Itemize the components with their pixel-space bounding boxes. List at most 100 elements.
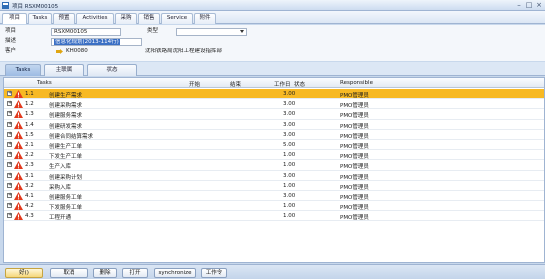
task-name: 工程开通 <box>49 215 72 222</box>
task-workdays: 1.00 <box>283 203 296 210</box>
table-row[interactable]: +1.1 创建生产需求 3.00 PMO管理员 <box>4 89 544 100</box>
warning-icon <box>14 90 23 98</box>
project-number-field[interactable]: RSXM00105 <box>51 28 121 36</box>
col-tasks-header[interactable]: Tasks <box>37 80 52 86</box>
bottom-button-bar: 好() 取消 删除 打开 synchronize 工作令 <box>0 264 545 279</box>
subtab-status[interactable]: 状态 <box>87 64 137 76</box>
task-name: 创建采购计划 <box>49 174 83 181</box>
tab-preset[interactable]: 预置 <box>53 13 75 24</box>
task-name: 下发服务工单 <box>49 205 83 212</box>
table-row[interactable]: +1.3 创建服务需求 3.00 PMO管理员 <box>4 109 544 120</box>
type-select[interactable] <box>176 28 247 36</box>
task-name: 创建服务需求 <box>49 113 83 120</box>
warning-icon <box>14 100 23 109</box>
task-name: 下发生产工单 <box>49 154 83 161</box>
tab-project[interactable]: 项目 <box>2 13 27 24</box>
warning-icon <box>14 202 23 211</box>
description-row: 描述 信息化规划(2013-114行) <box>0 37 545 46</box>
description-field[interactable]: 信息化规划(2013-114行) <box>51 38 142 46</box>
expand-icon[interactable]: + <box>7 203 12 209</box>
expand-icon[interactable]: + <box>7 213 12 219</box>
expand-icon[interactable]: + <box>7 152 12 158</box>
expand-icon[interactable]: + <box>7 101 12 107</box>
col-workdays-header[interactable]: 工作日 <box>274 80 291 88</box>
expand-icon[interactable]: + <box>7 121 12 127</box>
customer-code-field[interactable]: KH0080 <box>64 48 114 56</box>
tab-sales[interactable]: 销售 <box>138 13 160 24</box>
task-number: 2.2 <box>25 152 34 159</box>
task-name: 创建研发需求 <box>49 123 83 130</box>
task-workdays: 1.00 <box>283 152 296 159</box>
expand-icon[interactable]: + <box>7 162 12 168</box>
expand-icon[interactable]: + <box>7 131 12 137</box>
table-row[interactable]: +2.3 生产入库 1.00 PMO管理员 <box>4 160 544 171</box>
task-number: 1.4 <box>25 121 34 128</box>
col-responsible-header[interactable]: Responsible <box>340 80 373 86</box>
warning-icon <box>14 181 23 190</box>
chevron-down-icon <box>240 30 244 33</box>
window-titlebar: 项目 RSXM00105 – □ × <box>0 0 545 11</box>
cancel-button[interactable]: 取消 <box>50 268 88 278</box>
arrow-right-icon[interactable] <box>56 49 63 54</box>
subtab-main-relation[interactable]: 主联属 <box>44 64 84 76</box>
description-value: 信息化规划(2013-114行) <box>54 39 120 45</box>
expand-icon[interactable]: + <box>7 192 12 198</box>
table-row[interactable]: +4.1 创建服务工单 3.00 PMO管理员 <box>4 191 544 202</box>
col-start-header[interactable]: 开始 <box>189 80 200 88</box>
task-responsible: PMO管理员 <box>340 205 369 212</box>
task-responsible: PMO管理员 <box>340 123 369 130</box>
subtab-tasks[interactable]: Tasks <box>5 64 41 76</box>
task-workdays: 1.00 <box>283 182 296 189</box>
expand-icon[interactable]: + <box>7 111 12 117</box>
table-row[interactable]: +4.3 工程开通 1.00 PMO管理员 <box>4 211 544 222</box>
expand-icon[interactable]: + <box>7 172 12 178</box>
window-title: 项目 RSXM00105 <box>12 4 59 10</box>
warning-icon <box>14 151 23 160</box>
task-workdays: 3.00 <box>283 192 296 199</box>
col-status-header[interactable]: 状态 <box>294 80 305 88</box>
ok-button[interactable]: 好() <box>5 268 43 278</box>
warning-icon <box>14 120 23 129</box>
task-number: 2.1 <box>25 141 34 148</box>
table-row[interactable]: +4.2 下发服务工单 1.00 PMO管理员 <box>4 201 544 212</box>
tab-purchase[interactable]: 采购 <box>115 13 137 24</box>
tab-activities[interactable]: Activities <box>76 13 114 24</box>
tab-service[interactable]: Service <box>161 13 193 24</box>
expand-icon[interactable]: + <box>7 141 12 147</box>
tab-attachments[interactable]: 附件 <box>194 13 216 24</box>
expand-icon[interactable]: + <box>7 91 12 96</box>
task-name: 创建采购需求 <box>49 103 83 110</box>
table-row[interactable]: +2.2 下发生产工单 1.00 PMO管理员 <box>4 150 544 161</box>
table-row[interactable]: +1.4 创建研发需求 3.00 PMO管理员 <box>4 120 544 130</box>
task-number: 3.2 <box>25 182 34 189</box>
table-row[interactable]: +2.1 创建生产工单 5.00 PMO管理员 <box>4 140 544 151</box>
table-row[interactable]: +3.1 创建采购计划 3.00 PMO管理员 <box>4 171 544 181</box>
warning-icon <box>14 161 23 170</box>
table-row[interactable]: +1.5 创建合同结算需求 3.00 PMO管理员 <box>4 130 544 140</box>
col-end-header[interactable]: 结束 <box>230 80 241 88</box>
table-row[interactable]: +3.2 采购入库 1.00 PMO管理员 <box>4 181 544 191</box>
open-button[interactable]: 打开 <box>122 268 148 278</box>
type-label: 类型 <box>147 28 159 34</box>
synchronize-button[interactable]: synchronize <box>154 268 196 278</box>
table-row[interactable]: +1.2 创建采购需求 3.00 PMO管理员 <box>4 99 544 110</box>
tab-tasks[interactable]: Tasks <box>28 13 52 24</box>
task-name: 生产入库 <box>49 164 72 171</box>
task-number: 3.1 <box>25 172 34 179</box>
description-label: 描述 <box>5 38 17 44</box>
project-row: 项目 RSXM00105 类型 <box>0 27 545 36</box>
task-workdays: 3.00 <box>283 101 296 108</box>
close-button[interactable]: × <box>534 1 544 10</box>
task-workdays: 3.00 <box>283 91 296 97</box>
work-order-button[interactable]: 工作令 <box>201 268 227 278</box>
expand-icon[interactable]: + <box>7 182 12 188</box>
delete-button[interactable]: 删除 <box>93 268 117 278</box>
sub-tabbar: Tasks 主联属 状态 <box>0 62 545 76</box>
minimize-button[interactable]: – <box>514 1 524 10</box>
task-number: 4.2 <box>25 203 34 210</box>
warning-icon <box>14 140 23 149</box>
task-number: 1.5 <box>25 131 34 138</box>
customer-label: 客户 <box>5 48 17 54</box>
maximize-button[interactable]: □ <box>524 1 534 10</box>
task-workdays: 3.00 <box>283 121 296 128</box>
